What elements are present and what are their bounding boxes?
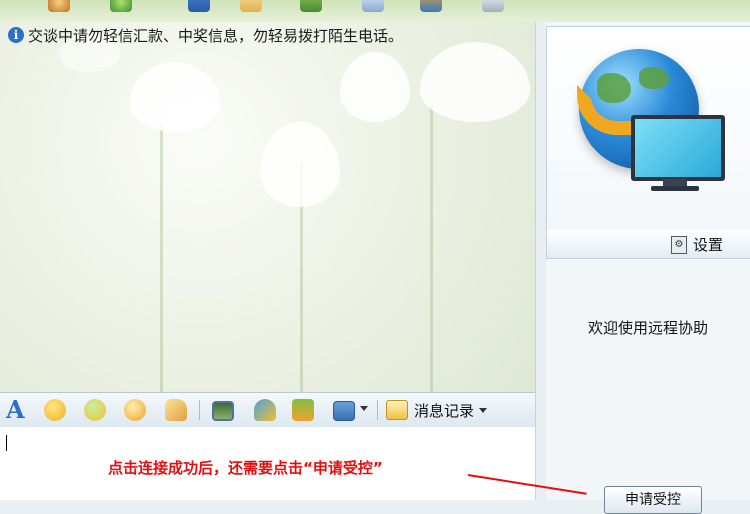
- background-decoration: [430, 102, 433, 392]
- monitor-icon: [631, 115, 725, 181]
- remote-assist-image: [546, 26, 750, 233]
- background-decoration: [130, 62, 220, 132]
- frog-icon[interactable]: [110, 0, 132, 12]
- app-icon[interactable]: [300, 0, 322, 12]
- image-icon[interactable]: [212, 401, 234, 421]
- gift-icon[interactable]: [292, 399, 314, 421]
- document-icon[interactable]: [362, 0, 384, 12]
- annotation-text: 点击连接成功后，还需要点击“申请受控”: [108, 459, 383, 477]
- text-cursor: [6, 435, 7, 451]
- chevron-down-icon[interactable]: [360, 406, 368, 411]
- top-toolbar: [0, 0, 750, 23]
- smiley-icon[interactable]: [44, 399, 66, 421]
- message-log-icon: [386, 400, 408, 420]
- security-notice: i 交谈中请勿轻信汇款、中奖信息，勿轻易拨打陌生电话。: [8, 24, 403, 46]
- folder-icon[interactable]: [240, 0, 262, 12]
- message-input[interactable]: 点击连接成功后，还需要点击“申请受控”: [0, 427, 535, 500]
- user-icon[interactable]: [48, 0, 70, 12]
- side-panel: ⚙ 设置 欢迎使用远程协助 申请受控: [546, 22, 750, 514]
- mail-icon[interactable]: [188, 0, 210, 12]
- background-decoration: [340, 52, 410, 122]
- user-add-icon[interactable]: [254, 399, 276, 421]
- settings-bar: ⚙ 设置: [546, 230, 750, 259]
- background-decoration: [260, 122, 340, 207]
- input-toolbar: A 消息记录: [0, 392, 535, 428]
- settings-button[interactable]: ⚙ 设置: [670, 234, 723, 255]
- wink-icon[interactable]: [124, 399, 146, 421]
- background-decoration: [160, 122, 163, 392]
- chevron-down-icon: [479, 407, 488, 413]
- monitor-base: [651, 186, 699, 191]
- chat-history: i 交谈中请勿轻信汇款、中奖信息，勿轻易拨打陌生电话。: [0, 22, 535, 392]
- fun-face-icon[interactable]: [84, 399, 106, 421]
- message-log-button[interactable]: 消息记录: [386, 397, 488, 423]
- welcome-text: 欢迎使用远程协助: [587, 319, 708, 337]
- pane-divider[interactable]: [535, 22, 546, 500]
- hand-icon[interactable]: [165, 399, 187, 421]
- screenshot-icon[interactable]: [333, 401, 355, 421]
- cloud-icon[interactable]: [482, 0, 504, 12]
- apply-control-button[interactable]: 申请受控: [604, 486, 702, 514]
- settings-icon: ⚙: [670, 235, 687, 254]
- message-log-label: 消息记录: [414, 401, 475, 420]
- background-decoration: [420, 42, 530, 122]
- toolbar-divider: [199, 400, 200, 420]
- font-icon[interactable]: A: [6, 395, 28, 424]
- settings-label: 设置: [692, 236, 723, 254]
- chart-icon[interactable]: [420, 0, 442, 12]
- toolbar-divider: [377, 400, 378, 420]
- info-icon: i: [8, 27, 24, 43]
- security-notice-text: 交谈中请勿轻信汇款、中奖信息，勿轻易拨打陌生电话。: [28, 26, 404, 45]
